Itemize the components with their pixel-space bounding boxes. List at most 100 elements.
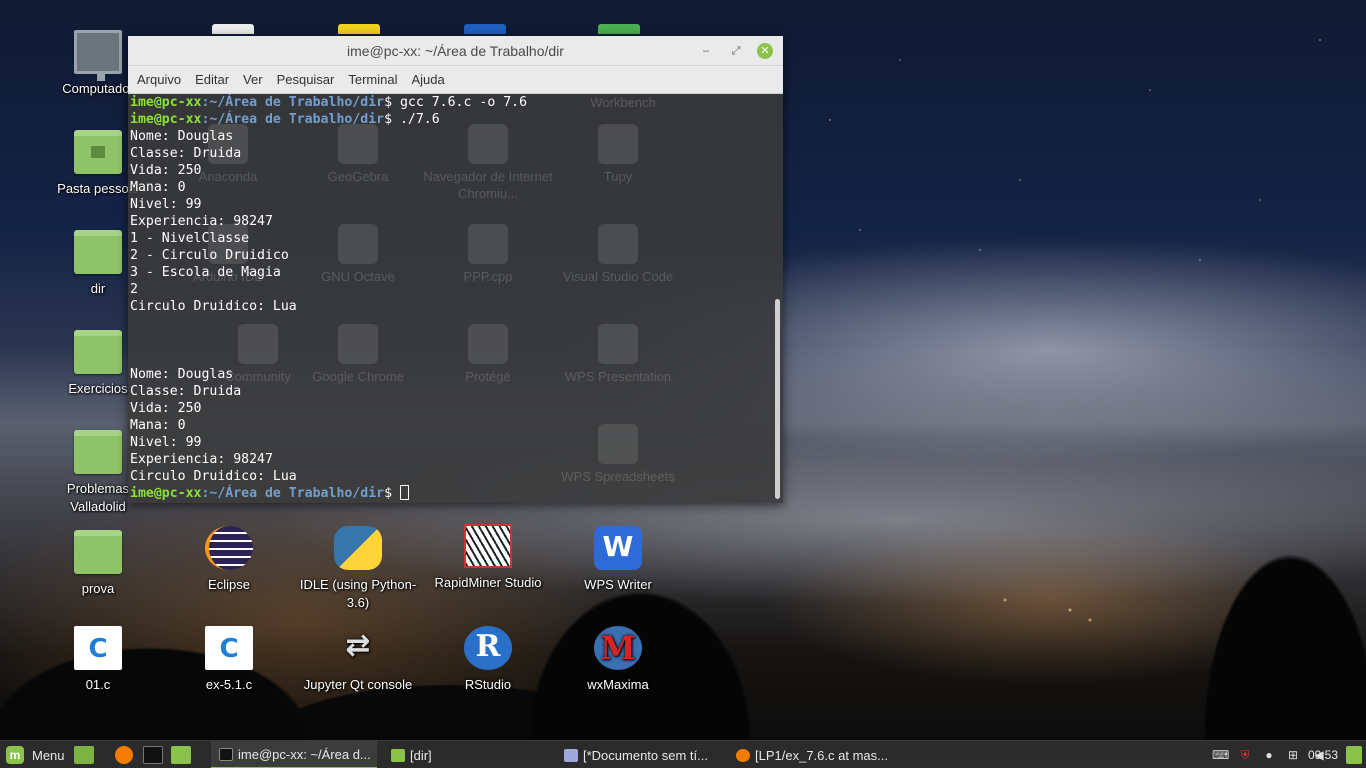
terminal-line: 3 - Escola de Magia (130, 265, 281, 280)
keyboard-icon[interactable]: ⌨ (1212, 748, 1229, 762)
desktop-icon-wps-writer[interactable]: W WPS Writer (555, 526, 681, 594)
terminal-output[interactable]: Workbench Anaconda GeoGebra Navegador de… (128, 94, 783, 503)
desktop-icon-idle[interactable]: IDLE (using Python-3.6) (295, 526, 421, 612)
desktop-icon-prova[interactable]: prova (35, 530, 161, 598)
folder-icon (74, 230, 122, 274)
menu-ver[interactable]: Ver (243, 72, 272, 87)
menu-pesquisar[interactable]: Pesquisar (277, 72, 344, 87)
terminal-line: ime@pc-xx:~/Área de Trabalho/dir$ (130, 485, 783, 502)
folder-icon (74, 330, 122, 374)
terminal-launcher[interactable] (143, 741, 163, 768)
desktop-icon (74, 746, 94, 764)
hidden-icon-top (212, 24, 254, 34)
terminal-line: 1 - NivelClasse (130, 231, 250, 246)
terminal-line: Circulo Druidico: Lua (130, 469, 297, 484)
terminal-line: Nivel: 99 (130, 435, 202, 450)
minimize-button[interactable]: ‒ (698, 43, 714, 59)
clock[interactable]: 09:53 (1308, 741, 1338, 768)
jupyter-icon: ⇄ (345, 628, 371, 663)
menu-editar[interactable]: Editar (195, 72, 238, 87)
mint-logo-icon: m (6, 746, 24, 764)
desktop-icon-01c[interactable]: C 01.c (35, 626, 161, 694)
c-file-icon: C (74, 626, 122, 670)
menu-label: Menu (32, 747, 65, 763)
folder-icon (74, 430, 122, 474)
terminal-line: Mana: 0 (130, 418, 186, 433)
menu-terminal[interactable]: Terminal (348, 72, 406, 87)
taskbar-window-label: [*Documento sem tí... (583, 747, 708, 763)
shield-icon[interactable]: ⛨ (1238, 748, 1252, 762)
rapidminer-icon (464, 524, 512, 568)
menu-arquivo[interactable]: Arquivo (137, 72, 190, 87)
terminal-line: Experiencia: 98247 (130, 214, 273, 229)
wxmaxima-icon: M (594, 626, 642, 670)
hidden-icon-top (464, 24, 506, 34)
taskbar-window-label: [LP1/ex_7.6.c at mas... (755, 747, 888, 763)
folder-icon (391, 748, 405, 762)
desktop-icon-label: WPS Writer (584, 577, 652, 592)
user-icon[interactable]: ● (1262, 748, 1276, 762)
files-launcher[interactable] (171, 741, 191, 768)
desktop-icon-label: Jupyter Qt console (303, 677, 413, 692)
terminal-line: ime@pc-xx:~/Área de Trabalho/dir$ ./7.6 (130, 112, 440, 127)
wallpaper-trees (0, 480, 1366, 740)
terminal-window[interactable]: ime@pc-xx: ~/Área de Trabalho/dir ‒ ⤢ ✕ … (128, 36, 783, 503)
terminal-line: Classe: Druida (130, 384, 242, 399)
eclipse-icon (205, 526, 253, 570)
terminal-line: Classe: Druida (130, 146, 242, 161)
taskbar-window-document[interactable]: [*Documento sem tí... (556, 741, 728, 768)
folder-icon (74, 530, 122, 574)
terminal-line: Circulo Druidico: Lua (130, 299, 297, 314)
desktop-icon-label: Eclipse (208, 577, 250, 592)
close-button[interactable]: ✕ (757, 43, 773, 59)
terminal-line: Vida: 250 (130, 163, 202, 178)
menu-button[interactable]: m Menu (6, 741, 65, 768)
terminal-line: Experiencia: 98247 (130, 452, 273, 467)
desktop-icon-label: RStudio (464, 677, 512, 692)
desktop-icon-label: wxMaxima (587, 677, 649, 692)
show-desktop-launcher[interactable] (74, 741, 94, 768)
terminal-titlebar[interactable]: ime@pc-xx: ~/Área de Trabalho/dir ‒ ⤢ ✕ (128, 36, 783, 66)
desktop-icon-ex-5-1-c[interactable]: C ex-5.1.c (166, 626, 292, 694)
terminal-icon (143, 746, 163, 764)
python-icon (334, 526, 382, 570)
hidden-icon-top (338, 24, 380, 34)
desktop-icon-label: RapidMiner Studio (434, 575, 542, 590)
desktop-icon-rapidminer[interactable]: RapidMiner Studio (425, 524, 551, 592)
monitor-icon (74, 30, 122, 81)
terminal-line: Nome: Douglas (130, 129, 234, 144)
taskbar: m Menu ime@pc-xx: ~/Área d... [dir] [*Do… (0, 740, 1366, 768)
terminal-menubar: Arquivo Editar Ver Pesquisar Terminal Aj… (128, 66, 783, 94)
wps-writer-icon: W (594, 526, 642, 570)
menu-ajuda[interactable]: Ajuda (412, 72, 454, 87)
taskbar-window-dir[interactable]: [dir] (383, 741, 553, 768)
desktop-icon-label: 01.c (85, 677, 111, 692)
text-cursor (399, 485, 409, 500)
folder-icon (171, 746, 191, 764)
terminal-line: 2 - Circulo Druidico (130, 248, 289, 263)
maximize-button[interactable]: ⤢ (728, 43, 744, 59)
desktop-icon-label: prova (81, 581, 115, 596)
network-icon[interactable]: ⊞ (1286, 748, 1300, 762)
desktop-icon-wxmaxima[interactable]: M wxMaxima (555, 626, 681, 694)
terminal-line: 2 (130, 282, 138, 297)
terminal-line: Nivel: 99 (130, 197, 202, 212)
taskbar-window-terminal[interactable]: ime@pc-xx: ~/Área d... (211, 741, 377, 768)
terminal-line: Vida: 250 (130, 401, 202, 416)
taskbar-window-firefox[interactable]: [LP1/ex_7.6.c at mas... (728, 741, 900, 768)
firefox-icon (736, 748, 750, 762)
terminal-line: Mana: 0 (130, 180, 186, 195)
firefox-launcher[interactable] (115, 741, 133, 768)
desktop-icon-jupyter[interactable]: ⇄ Jupyter Qt console (295, 626, 421, 694)
hidden-icon-top (598, 24, 640, 34)
c-file-icon: C (205, 626, 253, 670)
desktop-icon-rstudio[interactable]: R RStudio (425, 626, 551, 694)
rstudio-icon: R (464, 626, 512, 670)
show-desktop-button[interactable] (1346, 746, 1362, 764)
desktop-icon-label: IDLE (using Python-3.6) (299, 577, 417, 610)
terminal-scrollbar[interactable] (775, 299, 780, 499)
desktop-icon-eclipse[interactable]: Eclipse (166, 526, 292, 594)
